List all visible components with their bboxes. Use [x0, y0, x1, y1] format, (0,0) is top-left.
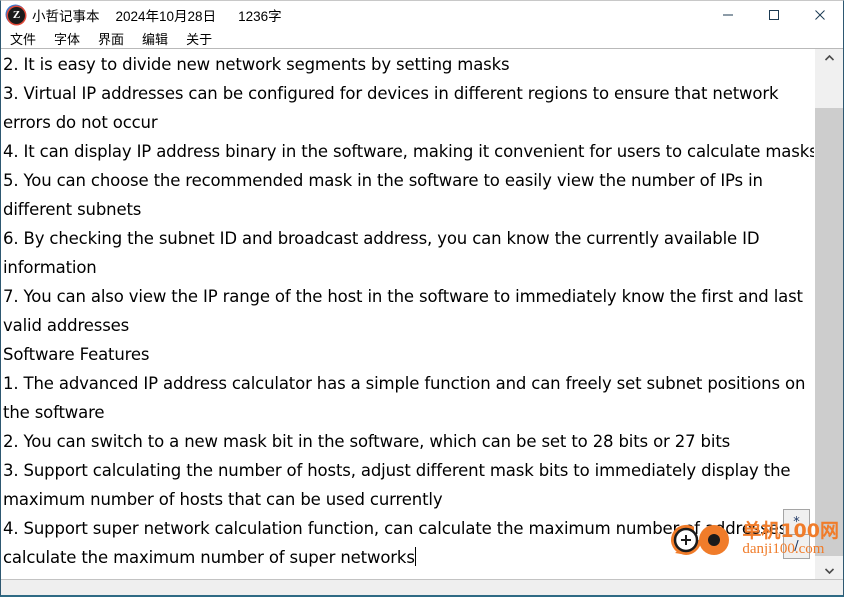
- scrollbar-thumb[interactable]: [815, 108, 843, 556]
- vertical-scrollbar[interactable]: [814, 49, 843, 580]
- close-icon: [815, 10, 825, 20]
- scroll-up-button[interactable]: [815, 49, 843, 67]
- text-line: 5. You can choose the recommended mask i…: [3, 171, 763, 190]
- chevron-up-icon: [824, 55, 834, 61]
- text-line: 1. The advanced IP address calculator ha…: [3, 374, 806, 393]
- text-line: 3. Virtual IP addresses can be configure…: [3, 84, 779, 103]
- text-line: 2. It is easy to divide new network segm…: [3, 55, 510, 74]
- floating-tool-buttons: * /: [783, 509, 810, 559]
- minimize-button[interactable]: [705, 1, 751, 29]
- menu-item-interface[interactable]: 界面: [98, 29, 124, 48]
- menu-bar: 文件 字体 界面 编辑 关于: [1, 29, 843, 48]
- text-line: 4. It can display IP address binary in t…: [3, 142, 814, 161]
- text-line: 3. Support calculating the number of hos…: [3, 461, 791, 480]
- slash-button[interactable]: /: [783, 534, 810, 559]
- menu-item-file[interactable]: 文件: [10, 29, 36, 48]
- scroll-down-button[interactable]: [815, 562, 843, 580]
- app-logo-icon: Z: [8, 6, 25, 24]
- menu-item-about[interactable]: 关于: [186, 29, 212, 48]
- text-line: 2. You can switch to a new mask bit in t…: [3, 432, 731, 451]
- menu-item-font[interactable]: 字体: [54, 29, 80, 48]
- text-caret: [414, 547, 416, 566]
- text-line: calculate the maximum number of super ne…: [3, 548, 415, 567]
- text-line: errors do not occur: [3, 113, 158, 132]
- text-line: information: [3, 258, 97, 277]
- minimize-icon: [723, 14, 733, 16]
- maximize-button[interactable]: [751, 1, 797, 29]
- text-line: the software: [3, 403, 105, 422]
- text-line: maximum number of hosts that can be used…: [3, 490, 443, 509]
- status-bar: [1, 579, 843, 595]
- editor-area: 2. It is easy to divide new network segm…: [1, 48, 843, 580]
- text-line: Software Features: [3, 345, 150, 364]
- text-line-with-caret: calculate the maximum number of super ne…: [3, 543, 808, 572]
- text-line: 4. Support super network calculation fun…: [3, 519, 793, 538]
- text-line: different subnets: [3, 200, 142, 219]
- text-line: valid addresses: [3, 316, 130, 335]
- text-editor[interactable]: 2. It is easy to divide new network segm…: [1, 49, 814, 580]
- menu-item-edit[interactable]: 编辑: [142, 29, 168, 48]
- maximize-icon: [769, 10, 779, 20]
- window-title: 小哲记事本: [32, 9, 100, 24]
- title-date: 2024年10月28日: [115, 9, 217, 24]
- text-line: 6. By checking the subnet ID and broadca…: [3, 229, 760, 248]
- window-controls: [705, 1, 843, 29]
- close-button[interactable]: [797, 1, 843, 29]
- text-line: 7. You can also view the IP range of the…: [3, 287, 803, 306]
- title-word-count: 1236字: [238, 9, 282, 24]
- chevron-down-icon: [824, 568, 834, 574]
- asterisk-button[interactable]: *: [783, 509, 810, 534]
- title-bar: Z 小哲记事本 2024年10月28日 1236字: [1, 1, 843, 29]
- notepad-window: Z 小哲记事本 2024年10月28日 1236字 文件 字体 界面 编辑 关于…: [0, 0, 844, 597]
